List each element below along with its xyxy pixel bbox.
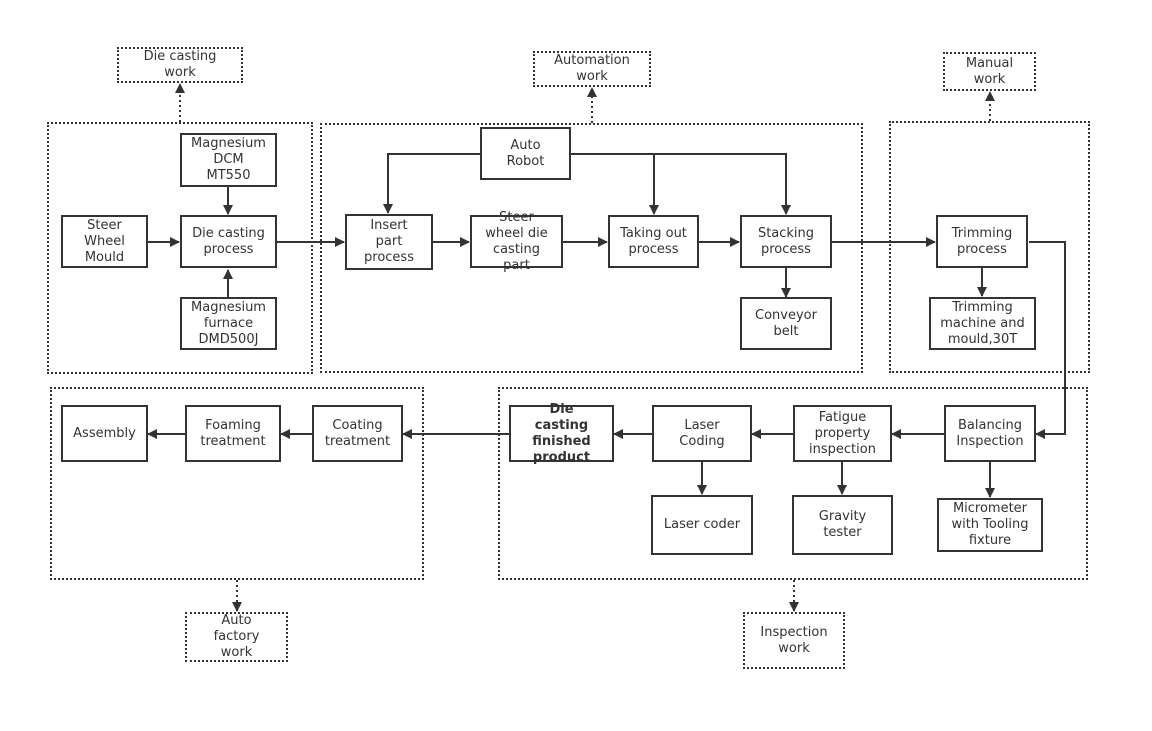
edge-robot-to-insert (383, 153, 480, 214)
node-magnesium-dcm[interactable]: Magnesium DCM MT550 (180, 133, 277, 187)
connectors (147, 83, 1066, 612)
label-die-casting-work: Die casting work (117, 47, 243, 83)
label-inspection-work: Inspection work (743, 612, 845, 669)
node-taking-out-process[interactable]: Taking out process (608, 215, 699, 268)
node-steer-wheel-die-casting-part[interactable]: Steer wheel die casting part (470, 210, 563, 273)
node-coating-treatment[interactable]: Coating treatment (312, 405, 403, 462)
label-automation-work: Automation work (533, 51, 651, 87)
node-fatigue-inspection[interactable]: Fatigue property inspection (793, 405, 892, 462)
node-trimming-process[interactable]: Trimming process (936, 215, 1028, 268)
label-manual-work: Manual work (943, 52, 1036, 91)
node-gravity-tester[interactable]: Gravity tester (792, 495, 893, 555)
node-magnesium-furnace[interactable]: Magnesium furnace DMD500J (180, 297, 277, 350)
node-laser-coder[interactable]: Laser coder (651, 495, 753, 555)
node-stacking-process[interactable]: Stacking process (740, 215, 832, 268)
node-steer-wheel-mould[interactable]: Steer Wheel Mould (61, 215, 148, 268)
node-foaming-treatment[interactable]: Foaming treatment (185, 405, 281, 462)
label-auto-factory-work: Auto factory work (185, 612, 288, 662)
edge-robot-to-taking (570, 153, 791, 215)
node-auto-robot[interactable]: Auto Robot (480, 127, 571, 180)
node-die-casting-finished-product[interactable]: Die casting finished product (509, 402, 614, 465)
node-balancing-inspection[interactable]: Balancing Inspection (944, 405, 1036, 462)
node-die-casting-process[interactable]: Die casting process (180, 215, 277, 268)
node-laser-coding[interactable]: Laser Coding (652, 405, 752, 462)
node-micrometer[interactable]: Micrometer with Tooling fixture (937, 498, 1043, 552)
node-trimming-machine[interactable]: Trimming machine and mould,30T (929, 297, 1036, 350)
node-assembly[interactable]: Assembly (61, 405, 148, 462)
node-conveyor-belt[interactable]: Conveyor belt (740, 297, 832, 350)
node-insert-part-process[interactable]: Insert part process (345, 214, 433, 270)
